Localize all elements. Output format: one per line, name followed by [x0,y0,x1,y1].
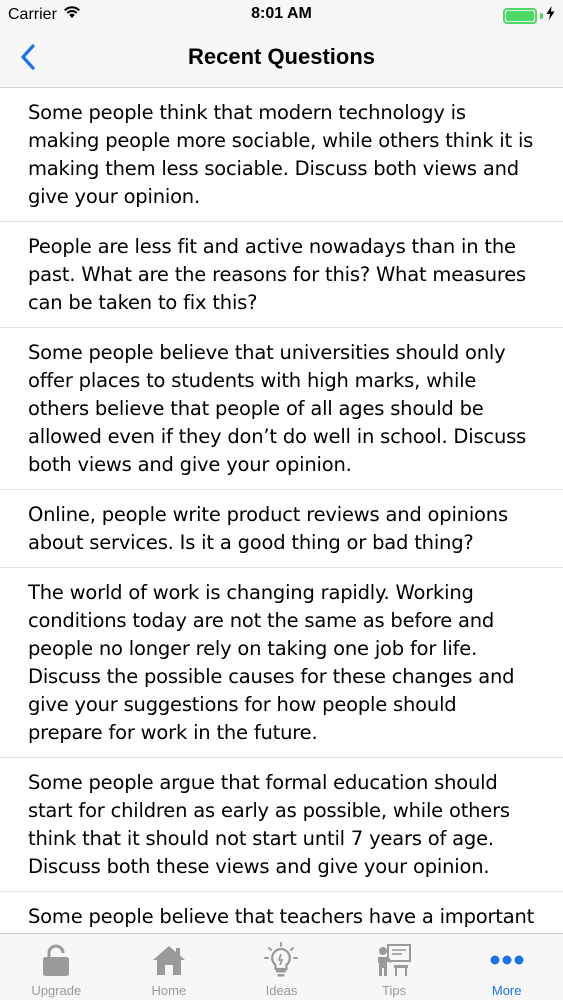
question-item-2[interactable]: People are less fit and active nowadays … [0,222,563,328]
question-item-7[interactable]: Some people believe that teachers have a… [0,892,563,933]
question-item-5[interactable]: The world of work is changing rapidly. W… [0,568,563,758]
tab-home[interactable]: Home [113,934,226,1000]
question-text: Online, people write product reviews and… [28,503,508,554]
status-bar: Carrier 8:01 AM [0,0,563,30]
question-text: Some people believe that teachers have a… [28,905,535,928]
battery-cap [540,12,543,19]
tab-ideas[interactable]: Ideas [225,934,338,1000]
lightbulb-icon [261,941,301,979]
tab-label: Upgrade [31,983,82,998]
battery-icon [503,7,537,24]
tab-label: Tips [382,983,407,998]
tab-upgrade[interactable]: Upgrade [0,934,113,1000]
page-title: Recent Questions [187,44,376,69]
tab-more[interactable]: More [450,934,563,1000]
battery-fill [506,10,534,21]
question-item-4[interactable]: Online, people write product reviews and… [0,490,563,568]
home-icon [149,941,189,979]
status-time: 8:01 AM [251,5,312,22]
question-text: Some people think that modern technology… [28,101,534,208]
question-text: The world of work is changing rapidly. W… [28,581,515,744]
question-text: Some people argue that formal education … [28,771,510,878]
carrier-info: Carrier [8,5,81,24]
lock-icon [36,941,76,979]
carrier-label: Carrier [8,5,57,23]
back-button[interactable] [20,39,60,79]
tab-label: Ideas [265,983,298,998]
chevron-left-icon [20,43,36,75]
question-text: Some people believe that universities sh… [28,341,527,476]
question-text: People are less fit and active nowadays … [28,235,527,314]
tab-bar: Upgrade Home Ideas Tips More [0,933,563,1000]
question-item-1[interactable]: Some people think that modern technology… [0,88,563,222]
tab-tips[interactable]: Tips [338,934,451,1000]
tab-label: Home [151,983,187,998]
more-dots-icon [487,941,527,979]
questions-list[interactable]: Some people think that modern technology… [0,88,563,933]
question-item-3[interactable]: Some people believe that universities sh… [0,328,563,490]
teacher-icon [374,941,414,979]
charging-bolt-icon [546,6,555,25]
tab-label: More [491,983,522,998]
question-item-6[interactable]: Some people argue that formal education … [0,758,563,892]
navigation-bar: Recent Questions [0,30,563,88]
wifi-icon [63,5,81,24]
battery-indicator [503,6,555,25]
